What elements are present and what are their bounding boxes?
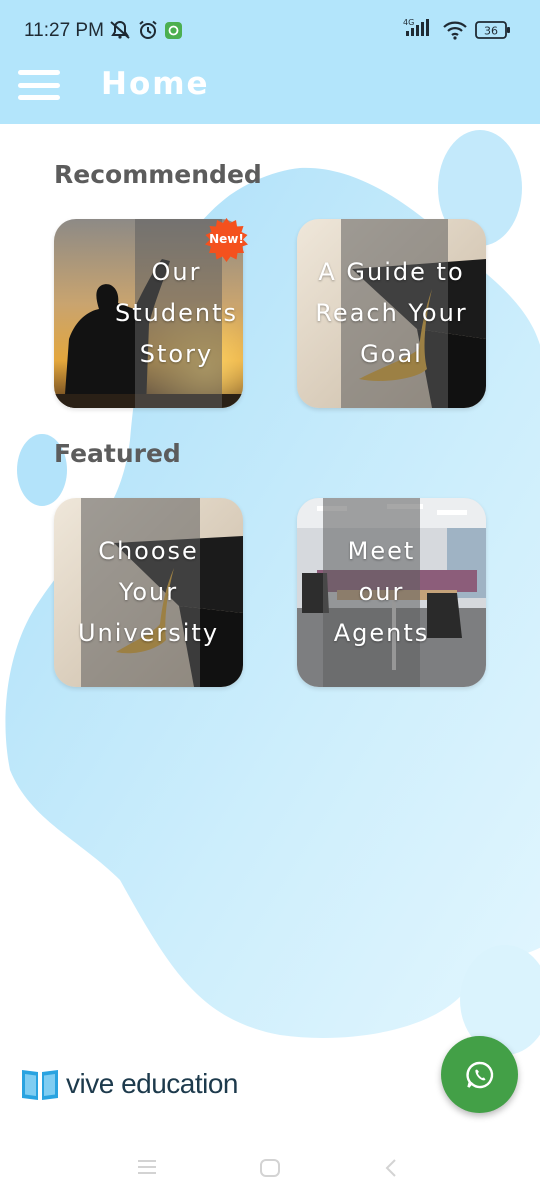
status-time: 11:27 PM xyxy=(24,20,104,41)
card-guide-goal[interactable]: A Guide to Reach Your Goal xyxy=(297,219,486,408)
card-meet-agents[interactable]: Meet our Agents xyxy=(297,498,486,687)
svg-text:36: 36 xyxy=(484,25,498,38)
status-bar: 11:27 PM 4G 36 xyxy=(0,0,540,62)
card-label-guide-goal: A Guide to Reach Your Goal xyxy=(315,258,468,368)
brand-logo: vive education xyxy=(20,1064,239,1104)
signal-icon: 4G xyxy=(402,18,436,38)
card-label-choose-university: Choose Your University xyxy=(77,537,220,647)
card-choose-university[interactable]: Choose Your University xyxy=(54,498,243,687)
new-badge: New! xyxy=(203,217,250,264)
back-icon[interactable] xyxy=(384,1158,398,1182)
alarm-icon xyxy=(138,20,158,40)
mute-icon xyxy=(109,20,131,40)
open-book-icon xyxy=(22,1070,58,1100)
recommended-heading: Recommended xyxy=(54,160,262,189)
whatsapp-icon xyxy=(465,1061,493,1088)
navigation-bar xyxy=(0,1140,540,1200)
recents-icon[interactable] xyxy=(137,1158,157,1180)
card-label-meet-agents: Meet our Agents xyxy=(333,537,430,647)
hamburger-menu-icon[interactable] xyxy=(18,70,60,100)
svg-text:4G: 4G xyxy=(403,18,414,27)
app-bar: Home xyxy=(0,62,540,124)
page-title: Home xyxy=(101,66,210,102)
wifi-icon xyxy=(442,20,468,40)
featured-heading: Featured xyxy=(54,439,181,468)
app-notification-icon xyxy=(165,20,182,40)
battery-icon: 36 xyxy=(475,20,511,40)
new-badge-label: New! xyxy=(209,232,244,246)
home-icon[interactable] xyxy=(259,1158,281,1182)
whatsapp-button[interactable] xyxy=(441,1036,518,1113)
brand-name: vive education xyxy=(66,1068,239,1099)
